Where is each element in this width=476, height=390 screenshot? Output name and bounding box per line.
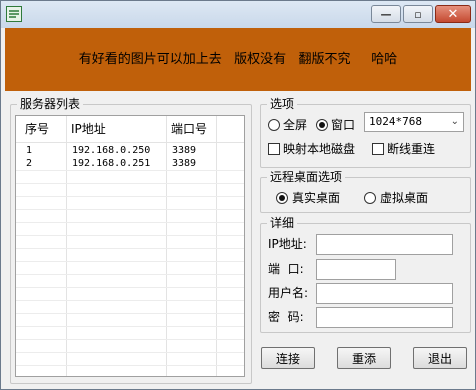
row-divider xyxy=(16,196,244,197)
row-divider xyxy=(16,248,244,249)
fullscreen-label: 全屏 xyxy=(283,118,308,132)
row-divider xyxy=(16,170,244,171)
banner-text: 有好看的图片可以加上去 版权没有 翻版不究 哈哈 xyxy=(78,52,398,67)
reconnect-checkbox[interactable] xyxy=(372,143,384,155)
map-disk-label: 映射本地磁盘 xyxy=(283,142,356,156)
row-divider xyxy=(16,313,244,314)
column-header-index[interactable]: 序号 xyxy=(20,116,66,142)
window-label: 窗口 xyxy=(331,118,356,132)
options-title: 选项 xyxy=(267,97,298,111)
cell-index: 2 xyxy=(26,158,33,169)
maximize-icon: ▫ xyxy=(414,7,422,21)
remote-desktop-title: 远程桌面选项 xyxy=(267,170,346,184)
row-divider xyxy=(16,235,244,236)
cell-ip: 192.168.0.251 xyxy=(72,158,151,169)
remote-desktop-group: 远程桌面选项 真实桌面 虚拟桌面 xyxy=(260,170,471,213)
row-divider xyxy=(16,326,244,327)
app-window-icon xyxy=(6,6,22,22)
app-window: — ▫ ✕ 有好看的图片可以加上去 版权没有 翻版不究 哈哈 服务器列表 序号 … xyxy=(0,0,476,390)
virtual-desktop-label: 虚拟桌面 xyxy=(380,191,429,205)
cell-index: 1 xyxy=(26,145,33,156)
row-divider xyxy=(16,222,244,223)
server-list-view[interactable]: 序号 IP地址 端口号 1 192.168.0.250 3389 2 192.1… xyxy=(15,115,245,377)
cell-ip: 192.168.0.250 xyxy=(72,145,151,156)
chevron-down-icon: ⌄ xyxy=(450,116,459,127)
options-group: 选项 全屏 窗口 1024*768 ⌄ 映射本地磁盘 断线重连 xyxy=(260,97,471,168)
map-disk-checkbox[interactable] xyxy=(268,143,280,155)
ip-label: IP地址: xyxy=(268,237,307,251)
virtual-desktop-radio[interactable] xyxy=(364,192,376,204)
row-divider xyxy=(16,339,244,340)
fullscreen-radio[interactable] xyxy=(268,119,280,131)
row-divider xyxy=(16,183,244,184)
add-button[interactable]: 重添 xyxy=(337,347,391,369)
row-divider xyxy=(16,209,244,210)
details-title: 详细 xyxy=(267,216,298,230)
window-radio[interactable] xyxy=(316,119,328,131)
resolution-value: 1024*768 xyxy=(369,115,422,128)
minimize-button[interactable]: — xyxy=(371,5,401,23)
real-desktop-label: 真实桌面 xyxy=(292,191,341,205)
column-header-ip[interactable]: IP地址 xyxy=(66,116,166,142)
row-divider xyxy=(16,300,244,301)
cell-port: 3389 xyxy=(172,145,197,156)
banner-image: 有好看的图片可以加上去 版权没有 翻版不究 哈哈 xyxy=(5,28,471,91)
title-bar[interactable]: — ▫ ✕ xyxy=(1,1,475,28)
port-input[interactable] xyxy=(316,259,396,280)
row-divider xyxy=(16,274,244,275)
server-list-group: 服务器列表 序号 IP地址 端口号 1 192.168.0.250 3389 2… xyxy=(10,97,252,384)
password-label: 密 码: xyxy=(268,310,304,324)
resolution-select[interactable]: 1024*768 ⌄ xyxy=(364,112,464,132)
close-icon: ✕ xyxy=(447,6,459,22)
row-divider xyxy=(16,261,244,262)
close-button[interactable]: ✕ xyxy=(435,5,471,23)
password-input[interactable] xyxy=(316,307,453,328)
details-group: 详细 IP地址: 端 口: 用户名: 密 码: xyxy=(260,216,471,333)
username-input[interactable] xyxy=(316,283,453,304)
table-row[interactable]: 2 192.168.0.251 3389 xyxy=(16,157,244,170)
connect-button[interactable]: 连接 xyxy=(261,347,315,369)
row-divider xyxy=(16,352,244,353)
cell-port: 3389 xyxy=(172,158,197,169)
row-divider xyxy=(16,287,244,288)
row-divider xyxy=(16,365,244,366)
minimize-icon: — xyxy=(380,7,392,21)
username-label: 用户名: xyxy=(268,286,309,300)
ip-input[interactable] xyxy=(316,234,453,255)
table-row[interactable]: 1 192.168.0.250 3389 xyxy=(16,144,244,157)
real-desktop-radio[interactable] xyxy=(276,192,288,204)
column-header-port[interactable]: 端口号 xyxy=(166,116,216,142)
port-label: 端 口: xyxy=(268,262,304,276)
exit-button[interactable]: 退出 xyxy=(413,347,467,369)
reconnect-label: 断线重连 xyxy=(387,142,436,156)
maximize-button[interactable]: ▫ xyxy=(403,5,433,23)
server-list-title: 服务器列表 xyxy=(17,97,84,111)
server-list-header: 序号 IP地址 端口号 xyxy=(16,116,244,143)
